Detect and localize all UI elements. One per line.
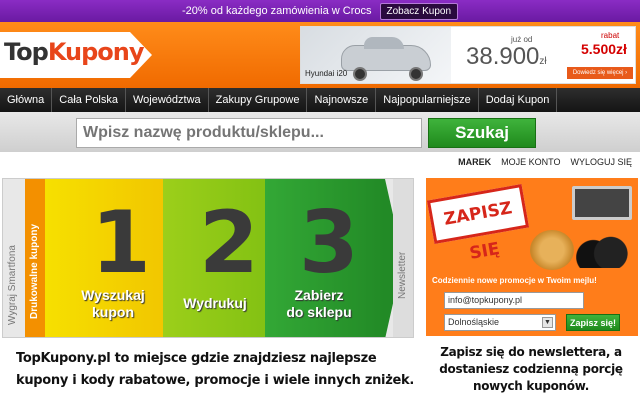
shoes-icon [576, 232, 634, 268]
step-2-text: Wydrukuj [183, 295, 247, 311]
newsletter-submit-button[interactable]: Zapisz się! [566, 314, 620, 331]
nav-item-najpopularniejsze[interactable]: Najpopularniejsze [376, 88, 479, 112]
laptop-icon [572, 186, 632, 220]
main-nav: Główna Cała Polska Województwa Zakupy Gr… [0, 88, 640, 112]
steps-banner[interactable]: Wygraj Smartfona Drukowalne kupony 1 2 3… [2, 178, 414, 338]
promo-bar: -20% od każdego zamówienia w Crocs Zobac… [0, 0, 640, 22]
logout-link[interactable]: WYLOGUJ SIĘ [570, 157, 632, 167]
search-bar: Szukaj [0, 112, 640, 152]
subscribe-stamp: ZAPISZ SIĘ [426, 183, 530, 264]
nav-item-wojewodztwa[interactable]: Województwa [126, 88, 209, 112]
logo-part-kupony: Kupony [47, 38, 145, 66]
step-3-number: 3 [299, 193, 359, 293]
step-2-number: 2 [199, 193, 259, 293]
page: -20% od każdego zamówienia w Crocs Zobac… [0, 0, 640, 400]
newsletter-tab-label: Newsletter [397, 251, 408, 299]
step-1-text: Wyszukaj kupon [81, 287, 145, 320]
car-image: Hyundai i20 [301, 27, 451, 83]
search-button[interactable]: Szukaj [428, 118, 536, 148]
step-1-number: 1 [91, 193, 151, 293]
site-tagline: TopKupony.pl to miejsce gdzie znajdziesz… [16, 351, 414, 388]
nav-item-cala-polska[interactable]: Cała Polska [52, 88, 126, 112]
newsletter-email-field[interactable]: info@topkupony.pl [444, 292, 584, 309]
printable-coupons-label: Drukowalne kupony [29, 223, 40, 319]
region-select[interactable]: Dolnośląskie ▼ [444, 314, 556, 331]
ad-model: Hyundai i20 [305, 69, 348, 78]
newsletter-description: Zapisz się do newslettera, a dostaniesz … [439, 345, 623, 393]
ad-discount: 5.500zł [581, 41, 627, 57]
search-input[interactable] [76, 118, 422, 148]
ad-banner[interactable]: Hyundai i20 już od 38.900zł rabat 5.500z… [300, 26, 636, 84]
newsletter-caption: Codziennie nowe promocje w Twoim mejlu! [432, 276, 597, 285]
nav-item-najnowsze[interactable]: Najnowsze [307, 88, 377, 112]
nav-item-glowna[interactable]: Główna [0, 88, 53, 112]
promo-coupon-button[interactable]: Zobacz Kupon [379, 2, 459, 20]
ad-cta-button[interactable]: Dowiedz się więcej › [567, 67, 633, 79]
smartphone-contest-label[interactable]: Wygraj Smartfona [7, 245, 18, 325]
newsletter-panel: ZAPISZ SIĘ Codziennie nowe promocje w Tw… [426, 178, 638, 336]
site-logo[interactable]: TopKupony [0, 32, 160, 78]
logo-part-top: Top [4, 38, 49, 66]
nav-item-zakupy-grupowe[interactable]: Zakupy Grupowe [209, 88, 308, 112]
ad-discount-box: rabat 5.500zł Dowiedz się więcej › [561, 27, 635, 83]
my-account-link[interactable]: MOJE KONTO [501, 157, 560, 167]
step-3-text: Zabierz do sklepu [286, 287, 352, 320]
user-links: MAREK MOJE KONTO WYLOGUJ SIĘ [458, 157, 632, 167]
nav-item-dodaj-kupon[interactable]: Dodaj Kupon [479, 88, 558, 112]
header: TopKupony Hyundai i20 już od 38.900zł ra… [0, 22, 640, 88]
ad-discount-label: rabat [601, 31, 620, 40]
ad-price: 38.900zł [466, 43, 547, 70]
promo-text: -20% od każdego zamówienia w Crocs [181, 5, 372, 17]
pizza-icon [530, 230, 574, 270]
user-name-link[interactable]: MAREK [458, 157, 491, 167]
chevron-down-icon: ▼ [542, 317, 553, 328]
